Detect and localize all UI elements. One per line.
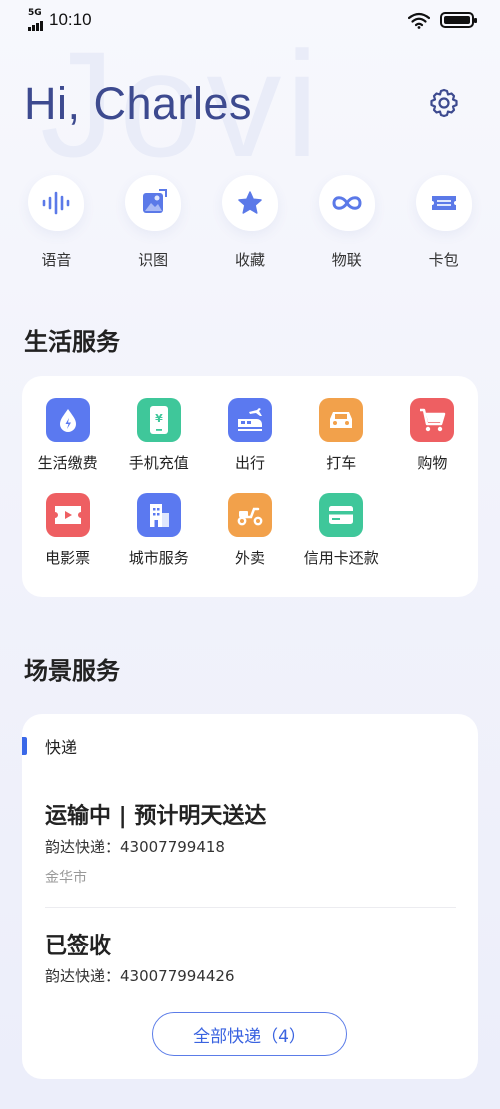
card-ticket-icon	[431, 196, 456, 210]
quick-action-image-scan[interactable]: 识图	[113, 175, 193, 270]
infinity-icon	[332, 196, 362, 210]
phone-recharge-icon: ¥	[149, 406, 168, 434]
life-services-card: 生活缴费 ¥ 手机充值 出行 打车 购物 电影票 城市服务 外卖 信用卡还款	[22, 376, 478, 597]
package-tracking: 韵达快递：43007799418	[45, 838, 225, 856]
package-tracking: 韵达快递：430077994426	[45, 967, 235, 985]
svg-text:¥: ¥	[155, 412, 163, 425]
quick-action-label: 识图	[138, 251, 169, 269]
scooter-icon	[237, 507, 263, 526]
train-plane-icon	[237, 408, 262, 431]
package-status: 运输中 | 预计明天送达	[45, 804, 267, 829]
all-express-button[interactable]: 全部快递（4）	[152, 1012, 347, 1056]
express-card: 快递 运输中 | 预计明天送达 韵达快递：43007799418 金华市 已签收…	[22, 714, 478, 1079]
quick-action-label: 物联	[331, 251, 362, 269]
status-bar: 5G 10:10	[0, 0, 500, 40]
service-label: 打车	[326, 454, 357, 472]
package-status: 已签收	[45, 934, 112, 959]
service-label: 城市服务	[128, 549, 189, 567]
service-shopping[interactable]: 购物	[387, 398, 478, 473]
service-food-delivery[interactable]: 外卖	[204, 493, 295, 568]
service-credit-card-repayment[interactable]: 信用卡还款	[296, 493, 387, 568]
greeting-title: Hi, Charles	[24, 78, 253, 129]
quick-actions: 语音 识图 收藏 物联 卡包	[0, 175, 500, 270]
service-mobile-recharge[interactable]: ¥ 手机充值	[113, 398, 204, 473]
service-movie-ticket[interactable]: 电影票	[22, 493, 113, 568]
service-city-services[interactable]: 城市服务	[113, 493, 204, 568]
service-label: 出行	[234, 454, 265, 472]
divider	[45, 907, 456, 908]
quick-action-label: 收藏	[234, 251, 265, 269]
service-travel[interactable]: 出行	[204, 398, 295, 473]
clock: 10:10	[49, 10, 92, 29]
shopping-cart-icon	[420, 408, 446, 432]
service-label: 生活缴费	[37, 454, 98, 472]
quick-action-label: 卡包	[428, 251, 459, 269]
star-icon	[238, 191, 262, 214]
settings-button[interactable]	[428, 87, 460, 119]
service-label: 购物	[417, 454, 448, 472]
express-header: 快递	[22, 736, 78, 757]
quick-action-favorites[interactable]: 收藏	[210, 175, 290, 270]
movie-ticket-icon	[54, 506, 81, 524]
battery-icon	[440, 12, 477, 28]
wifi-icon	[408, 12, 430, 29]
life-services-title: 生活服务	[24, 328, 120, 356]
water-drop-icon	[59, 409, 76, 432]
service-label: 电影票	[45, 549, 91, 567]
express-accent-bar	[22, 737, 27, 755]
quick-action-card-wallet[interactable]: 卡包	[404, 175, 484, 270]
gear-icon	[430, 88, 458, 118]
credit-card-icon	[329, 506, 354, 524]
quick-action-label: 语音	[41, 251, 72, 269]
network-type: 5G	[28, 8, 42, 18]
quick-action-iot[interactable]: 物联	[307, 175, 387, 270]
service-label: 手机充值	[128, 454, 189, 472]
service-utility-bill[interactable]: 生活缴费	[22, 398, 113, 473]
signal-icon	[28, 21, 43, 31]
voice-wave-icon	[43, 191, 70, 215]
scene-services-title: 场景服务	[24, 657, 120, 685]
service-taxi[interactable]: 打车	[296, 398, 387, 473]
service-label: 信用卡还款	[303, 549, 379, 567]
image-scan-icon	[143, 189, 168, 213]
quick-action-voice[interactable]: 语音	[16, 175, 96, 270]
city-building-icon	[149, 504, 169, 527]
service-label: 外卖	[234, 549, 265, 567]
package-city: 金华市	[45, 870, 87, 886]
taxi-icon	[330, 412, 353, 428]
express-title: 快递	[45, 738, 78, 757]
